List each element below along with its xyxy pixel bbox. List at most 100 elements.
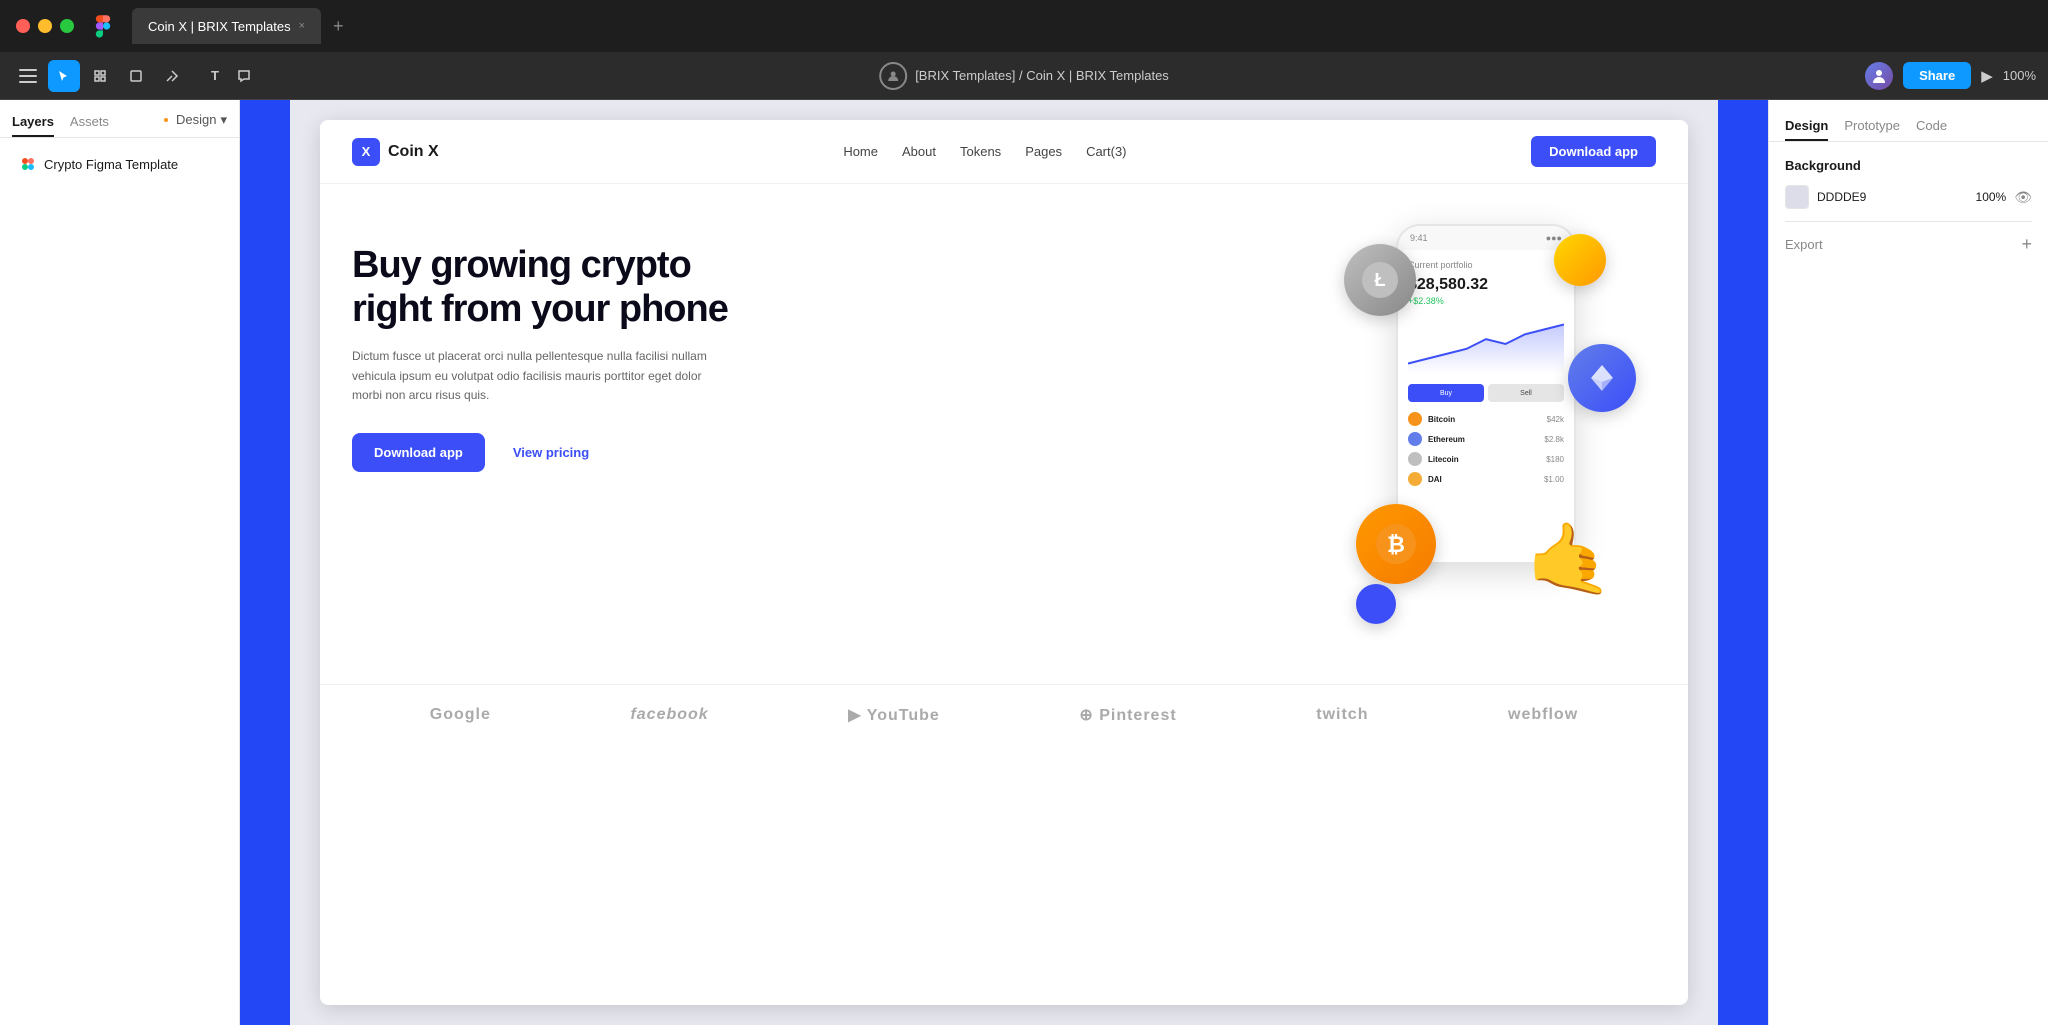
webflow-logo: webflow (1508, 706, 1578, 724)
tab-bar: Coin X | BRIX Templates × + (132, 8, 352, 44)
user-avatar[interactable] (1865, 62, 1893, 90)
hero-text: Buy growing crypto right from your phone… (352, 224, 732, 472)
svg-text:₿: ₿ (1387, 532, 1405, 557)
dai-price: $1.00 (1544, 475, 1564, 484)
tab-title: Coin X | BRIX Templates (148, 19, 291, 34)
litecoin-coin: Ł (1344, 244, 1416, 316)
nav-about[interactable]: About (902, 144, 936, 159)
left-sidebar: Layers Assets Design ▾ Crypto Figma Temp… (0, 100, 240, 1025)
pen-tool[interactable] (156, 60, 188, 92)
select-tool[interactable] (48, 60, 80, 92)
canvas-area[interactable]: X Coin X Home About Tokens Pages Cart(3)… (240, 100, 1768, 1025)
logos-section: Google facebook ▶ YouTube ⊕ Pinterest tw… (320, 684, 1688, 745)
right-panel-content: Background DDDDE9 100% 👁 Export + (1769, 142, 2048, 1025)
figma-toolbar: T [BRIX Templates] / Coin X | BRIX Templ… (0, 52, 2048, 100)
coin-row-dai: DAI $1.00 (1408, 472, 1564, 486)
export-row: Export + (1785, 234, 2032, 255)
site-logo-text: Coin X (388, 143, 439, 161)
figma-layer-icon (20, 156, 36, 172)
figma-logo-icon (94, 14, 112, 38)
hero-visual: 9:41●●● Current portfolio $28,580.32 +$2… (752, 224, 1656, 644)
maximize-button[interactable] (60, 19, 74, 33)
breadcrumb: [BRIX Templates] / Coin X | BRIX Templat… (879, 62, 1169, 90)
nav-cart[interactable]: Cart(3) (1086, 144, 1126, 159)
google-logo: Google (430, 706, 491, 724)
gold-coin (1554, 234, 1606, 286)
hero-description: Dictum fusce ut placerat orci nulla pell… (352, 347, 732, 405)
hero-buttons: Download app View pricing (352, 433, 732, 472)
litecoin-name: Litecoin (1428, 455, 1459, 464)
bitcoin-name: Bitcoin (1428, 415, 1455, 424)
export-label: Export (1785, 237, 1823, 252)
dai-name: DAI (1428, 475, 1442, 484)
profile-avatar-icon (879, 62, 907, 90)
new-tab-button[interactable]: + (325, 16, 352, 37)
bitcoin-price: $42k (1547, 415, 1564, 424)
sidebar-content: Crypto Figma Template (0, 138, 239, 1025)
tab-design[interactable]: Design (1785, 112, 1828, 141)
traffic-lights (16, 19, 74, 33)
facebook-logo: facebook (630, 706, 708, 724)
divider (1785, 221, 2032, 222)
background-hex-value[interactable]: DDDDE9 (1817, 190, 1958, 204)
ethereum-name: Ethereum (1428, 435, 1465, 444)
zoom-control[interactable]: 100% (2003, 68, 2036, 83)
toolbar-right: Share ▶ 100% (1865, 62, 2036, 90)
close-button[interactable] (16, 19, 30, 33)
sell-btn: Sell (1488, 384, 1564, 402)
background-color-row: DDDDE9 100% 👁 (1785, 185, 2032, 209)
design-frame: X Coin X Home About Tokens Pages Cart(3)… (320, 120, 1688, 1005)
frame-tool[interactable] (84, 60, 116, 92)
logo-icon: X (352, 138, 380, 166)
export-add-button[interactable]: + (2021, 234, 2032, 255)
active-tab[interactable]: Coin X | BRIX Templates × (132, 8, 321, 44)
comment-tool[interactable] (228, 60, 260, 92)
layer-item-crypto[interactable]: Crypto Figma Template (12, 150, 227, 178)
tab-close-icon[interactable]: × (299, 20, 305, 32)
hero-title: Buy growing crypto right from your phone (352, 244, 732, 331)
share-button[interactable]: Share (1903, 62, 1971, 89)
shape-tool[interactable] (120, 60, 152, 92)
hamburger-icon (19, 69, 37, 71)
portfolio-change: +$2.38% (1408, 296, 1564, 306)
litecoin-price: $180 (1546, 455, 1564, 464)
breadcrumb-text: [BRIX Templates] / Coin X | BRIX Templat… (915, 68, 1169, 83)
view-pricing-button[interactable]: View pricing (497, 433, 605, 472)
nav-tokens[interactable]: Tokens (960, 144, 1001, 159)
design-tab-button[interactable]: Design ▾ (160, 108, 227, 137)
ethereum-icon (1408, 432, 1422, 446)
download-app-button[interactable]: Download app (352, 433, 485, 472)
ethereum-price: $2.8k (1544, 435, 1564, 444)
nav-pages[interactable]: Pages (1025, 144, 1062, 159)
hero-section: Buy growing crypto right from your phone… (320, 184, 1688, 684)
tab-layers[interactable]: Layers (12, 108, 54, 137)
background-color-swatch[interactable] (1785, 185, 1809, 209)
nav-home[interactable]: Home (843, 144, 878, 159)
phone-content: Current portfolio $28,580.32 +$2.38% (1398, 250, 1574, 496)
play-button[interactable]: ▶ (1981, 67, 1993, 85)
coin-row-bitcoin: Bitcoin $42k (1408, 412, 1564, 426)
site-nav: X Coin X Home About Tokens Pages Cart(3)… (320, 120, 1688, 184)
visibility-toggle-icon[interactable]: 👁 (2014, 189, 2032, 206)
main-layout: Layers Assets Design ▾ Crypto Figma Temp… (0, 100, 2048, 1025)
svg-text:Ł: Ł (1375, 270, 1386, 290)
tab-prototype[interactable]: Prototype (1844, 112, 1900, 141)
toolbar-left: T (12, 60, 260, 92)
nav-download-button[interactable]: Download app (1531, 136, 1656, 167)
coin-row-ethereum: Ethereum $2.8k (1408, 432, 1564, 446)
tab-code[interactable]: Code (1916, 112, 1947, 141)
bitcoin-coin: ₿ (1356, 504, 1436, 584)
minimize-button[interactable] (38, 19, 52, 33)
bitcoin-icon (1408, 412, 1422, 426)
browser-chrome: Coin X | BRIX Templates × + (0, 0, 2048, 52)
ethereum-coin (1568, 344, 1636, 412)
background-opacity-value[interactable]: 100% (1966, 190, 2006, 204)
tab-assets[interactable]: Assets (70, 108, 109, 137)
menu-button[interactable] (12, 60, 44, 92)
blue-left-strip (240, 100, 290, 1025)
text-tool[interactable]: T (192, 60, 224, 92)
site-nav-links: Home About Tokens Pages Cart(3) (843, 144, 1126, 159)
phone-status-bar: 9:41●●● (1398, 226, 1574, 250)
background-section-header: Background (1785, 158, 2032, 173)
blue-right-strip (1718, 100, 1768, 1025)
